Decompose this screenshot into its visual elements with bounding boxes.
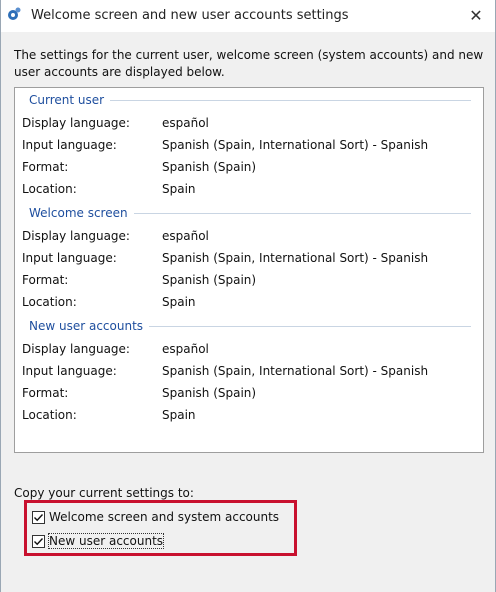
setting-value: español [162, 116, 209, 130]
setting-label: Format: [22, 273, 69, 287]
window-title: Welcome screen and new user accounts set… [31, 8, 349, 23]
setting-value: español [162, 342, 209, 356]
setting-value: español [162, 229, 209, 243]
setting-label: Format: [22, 160, 69, 174]
section-divider [110, 99, 471, 101]
setting-label: Location: [22, 295, 77, 309]
checkbox-label: New user accounts [47, 533, 165, 549]
setting-label: Display language: [22, 229, 130, 243]
setting-value: Spain [162, 295, 196, 309]
setting-label: Display language: [22, 342, 130, 356]
checkbox[interactable] [32, 534, 45, 548]
title-bar[interactable]: Welcome screen and new user accounts set… [1, 0, 495, 32]
section-divider [149, 325, 471, 327]
setting-value: Spanish (Spain) [162, 386, 257, 400]
copy-settings-label: Copy your current settings to: [14, 486, 194, 500]
checkmark-icon [34, 537, 44, 545]
checkmark-icon [34, 513, 44, 521]
section-title: Welcome screen [29, 206, 128, 220]
setting-label: Location: [22, 408, 77, 422]
setting-value: Spanish (Spain, International Sort) - Sp… [162, 138, 429, 152]
section-header-welcome-screen: Welcome screen [29, 205, 471, 221]
setting-label: Location: [22, 182, 77, 196]
setting-value: Spanish (Spain) [162, 160, 257, 174]
welcome-screen-checkbox[interactable]: Welcome screen and system accounts [32, 508, 279, 526]
setting-value: Spanish (Spain, International Sort) - Sp… [162, 251, 429, 265]
section-title: New user accounts [29, 319, 144, 333]
section-title: Current user [29, 93, 105, 107]
setting-label: Input language: [22, 364, 117, 378]
settings-dialog: Welcome screen and new user accounts set… [0, 0, 496, 592]
globe-settings-icon [8, 7, 21, 20]
intro-text: The settings for the current user, welco… [14, 48, 484, 79]
setting-label: Input language: [22, 251, 117, 265]
section-header-current-user: Current user [29, 92, 471, 108]
setting-value: Spanish (Spain, International Sort) - Sp… [162, 364, 429, 378]
close-button[interactable]: ✕ [465, 4, 487, 26]
setting-label: Input language: [22, 138, 117, 152]
section-divider [133, 212, 471, 214]
close-icon: ✕ [469, 5, 483, 25]
settings-summary-panel: Current user Display language: español I… [14, 87, 484, 453]
new-user-accounts-checkbox[interactable]: New user accounts [32, 532, 165, 550]
checkbox-label: Welcome screen and system accounts [49, 510, 280, 524]
setting-label: Display language: [22, 116, 130, 130]
checkbox[interactable] [32, 510, 45, 524]
setting-value: Spanish (Spain) [162, 273, 257, 287]
setting-label: Format: [22, 386, 69, 400]
section-header-new-user-accounts: New user accounts [29, 318, 471, 334]
setting-value: Spain [162, 408, 196, 422]
setting-value: Spain [162, 182, 196, 196]
